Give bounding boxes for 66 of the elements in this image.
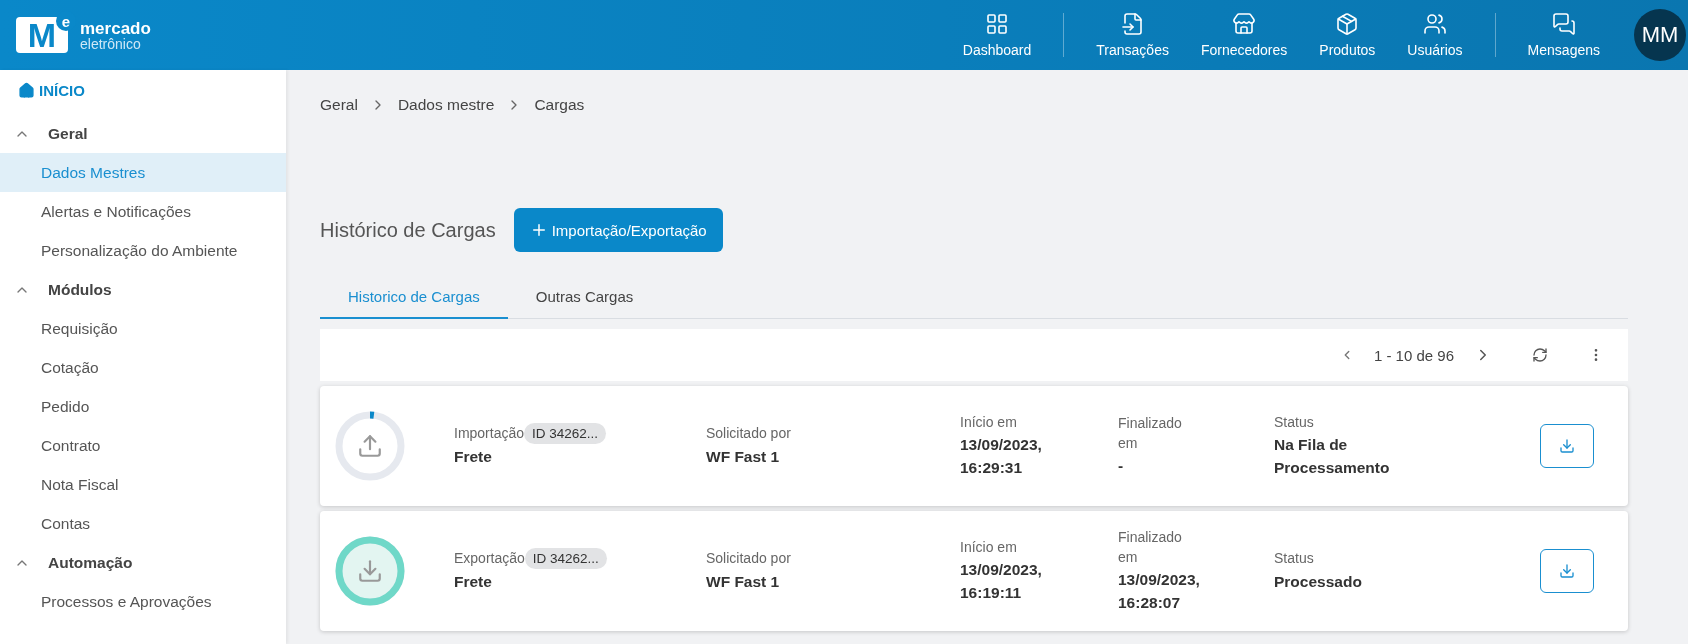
logo-name: mercado xyxy=(80,19,151,37)
nav-link[interactable]: Usuários xyxy=(1391,12,1479,58)
sidebar-item[interactable]: Alertas e Notificações xyxy=(0,192,286,231)
import-export-button[interactable]: Importação/Exportação xyxy=(513,208,723,252)
breadcrumb-item[interactable]: Geral xyxy=(320,96,358,114)
field-value: 13/09/2023, 16:28:07 xyxy=(1118,570,1201,613)
download-button[interactable] xyxy=(1540,549,1594,593)
status-value: Processado xyxy=(1274,571,1363,592)
field-label: Solicitado por xyxy=(706,548,792,568)
load-name: Frete xyxy=(454,447,493,468)
sidebar-item[interactable]: Cotação xyxy=(0,348,286,387)
users-icon xyxy=(1423,12,1447,36)
sidebar-item[interactable]: Personalização do Ambiente xyxy=(0,231,286,270)
sidebar-item[interactable]: Processos e Aprovações xyxy=(0,582,286,621)
field-label: Status xyxy=(1274,548,1315,568)
box-icon xyxy=(1335,12,1360,36)
nav-link[interactable]: Produtos xyxy=(1303,12,1392,58)
status-value: Na Fila de Processamento xyxy=(1274,435,1391,478)
sidebar-item[interactable]: Nota Fiscal xyxy=(0,465,286,504)
field-value: WF Fast 1 xyxy=(706,446,781,467)
breadcrumb-item[interactable]: Dados mestre xyxy=(397,96,495,114)
field-value: WF Fast 1 xyxy=(706,571,781,592)
refresh-icon xyxy=(1532,347,1548,363)
file-arrow-icon xyxy=(1120,12,1145,36)
field-label: Status xyxy=(1274,412,1315,432)
sidebar-item[interactable]: Contas xyxy=(0,504,286,543)
breadcrumb-item: Cargas xyxy=(534,96,585,114)
logo-subname: eletrônico xyxy=(80,36,142,51)
page-title: Histórico de Cargas xyxy=(320,218,496,242)
id-chip: ID 34262... xyxy=(524,548,607,570)
nav-link[interactable]: Mensagens xyxy=(1511,12,1616,58)
sidebar-item[interactable]: Contrato xyxy=(0,426,286,465)
load-type: Exportação xyxy=(454,548,525,568)
user-avatar[interactable]: MM xyxy=(1634,9,1686,61)
download-button[interactable] xyxy=(1540,424,1594,468)
download-icon xyxy=(1559,563,1575,579)
sidebar-item[interactable]: Requisição xyxy=(0,309,286,348)
field-label: Início em xyxy=(960,537,1018,557)
page-range: 1 - 10 de 96 xyxy=(1373,346,1454,364)
home-link[interactable]: INÍCIO xyxy=(18,78,85,102)
load-type: Importação xyxy=(454,423,525,443)
field-value: 13/09/2023, 16:29:31 xyxy=(960,435,1043,478)
grid-icon xyxy=(985,12,1010,36)
tab[interactable]: Outras Cargas xyxy=(507,276,662,319)
id-chip: ID 34262... xyxy=(524,423,607,445)
field-label: Solicitado por xyxy=(706,423,792,443)
field-label: Finalizado em xyxy=(1118,414,1183,453)
nav-link[interactable]: Fornecedores xyxy=(1184,12,1304,58)
field-value: 13/09/2023, 16:19:11 xyxy=(960,560,1043,603)
field-label: Finalizado em xyxy=(1118,527,1183,567)
sidebar-item[interactable]: Pedido xyxy=(0,387,286,426)
nav-link[interactable]: Dashboard xyxy=(946,12,1048,58)
store-icon xyxy=(1232,12,1257,36)
nav-link[interactable]: Transações xyxy=(1080,12,1185,58)
field-label: Início em xyxy=(960,412,1018,432)
download-icon xyxy=(357,558,383,584)
sidebar-group[interactable]: Geral xyxy=(0,114,286,153)
refresh-button[interactable] xyxy=(1532,347,1548,363)
chat-bubbles-icon xyxy=(1551,12,1576,36)
upload-icon xyxy=(357,433,383,459)
download-icon xyxy=(1559,438,1575,454)
field-value: - xyxy=(1118,456,1125,477)
sidebar-group[interactable]: Módulos xyxy=(0,270,286,309)
load-name: Frete xyxy=(454,572,493,593)
house-icon xyxy=(18,81,35,99)
sidebar-group[interactable]: Automação xyxy=(0,543,286,582)
